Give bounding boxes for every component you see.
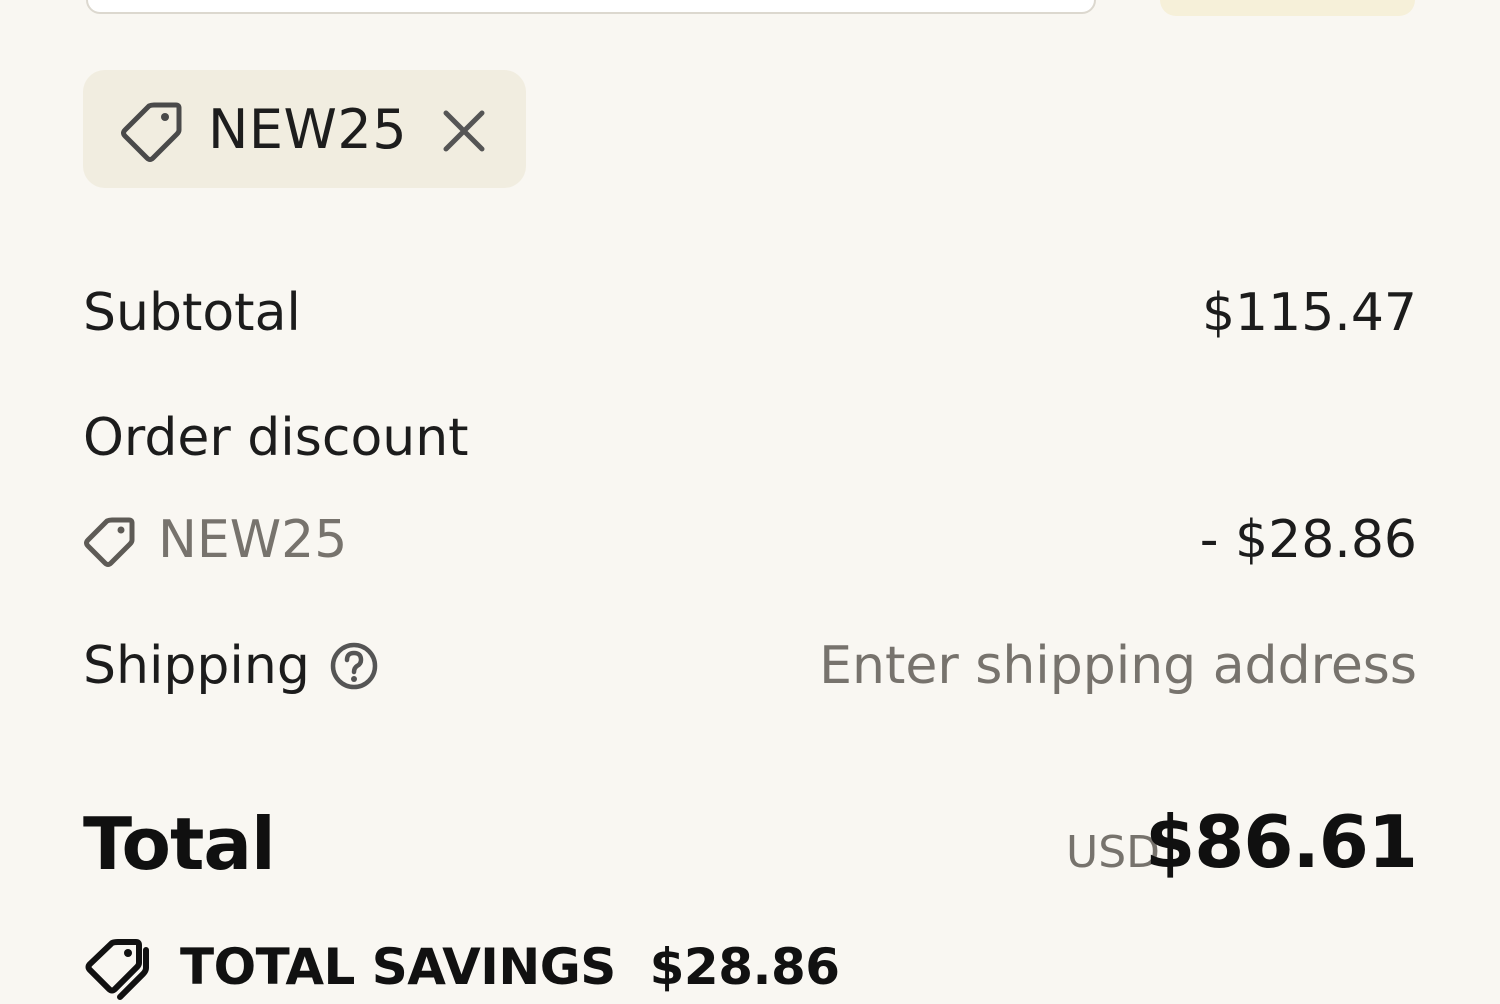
subtotal-value: $115.47 [1201,283,1417,343]
tag-icon [82,515,136,569]
shipping-label: Shipping [83,636,310,696]
total-label: Total [83,802,276,886]
total-savings-text: TOTAL SAVINGS $28.86 [180,938,840,996]
help-circle-icon[interactable] [329,641,379,691]
total-savings-amount: $28.86 [649,938,840,996]
tags-icon [84,936,152,1000]
total-amount: $86.61 [1145,800,1418,884]
discount-value: - $28.86 [1199,510,1417,570]
discount-code-input[interactable] [86,0,1096,14]
tag-icon [118,99,184,165]
subtotal-label: Subtotal [83,283,301,343]
applied-discount-code: NEW25 [208,98,408,161]
order-discount-label: Order discount [83,408,469,468]
apply-discount-button[interactable] [1160,0,1415,16]
close-icon[interactable] [441,108,487,154]
shipping-value: Enter shipping address [819,636,1417,696]
total-savings-label: TOTAL SAVINGS [180,938,616,996]
discount-code-label: NEW25 [158,510,348,570]
